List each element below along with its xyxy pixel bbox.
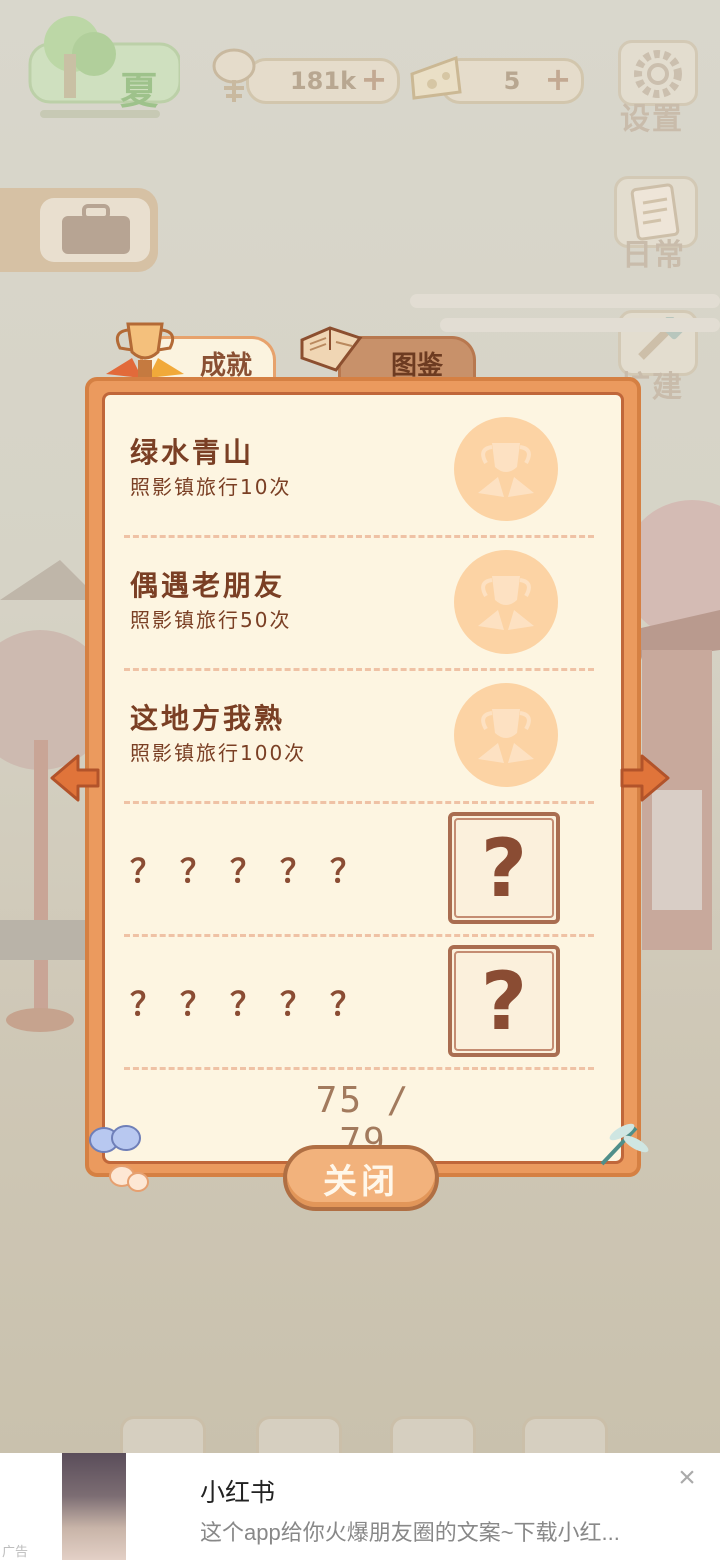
- gear-icon: [634, 50, 682, 98]
- row-divider: [124, 1067, 594, 1070]
- cheese-count: 5: [503, 67, 521, 95]
- cheese-icon: [410, 55, 462, 100]
- locked-achievement-title: ？？？？？: [130, 985, 381, 1023]
- fishbone-icon: [212, 48, 256, 102]
- ad-title[interactable]: 小红书: [200, 1473, 275, 1509]
- trophy-medal-icon: [454, 550, 558, 654]
- trophy-icon: [478, 709, 534, 763]
- question-mark-icon: ?: [454, 951, 554, 1051]
- fish-currency[interactable]: 181k +: [246, 58, 400, 104]
- trophy-icon: [478, 576, 534, 630]
- achievement-title: 偶遇老朋友: [130, 569, 286, 602]
- ad-description[interactable]: 这个app给你火爆朋友圈的文案~下载小红...: [200, 1515, 620, 1547]
- add-cheese-icon[interactable]: +: [543, 63, 573, 95]
- achievement-title: 这地方我熟: [130, 702, 286, 735]
- achievement-row: 偶遇老朋友 照影镇旅行50次: [102, 536, 624, 671]
- trophy-medal-icon: [454, 417, 558, 521]
- tab-encyclopedia-label: 图鉴: [390, 350, 443, 381]
- trophy-icon: [106, 322, 184, 378]
- season-label: 夏: [120, 69, 159, 113]
- butterfly-icon: [89, 1125, 149, 1192]
- season-progress-bar: [40, 110, 160, 118]
- ad-tag: 广告: [2, 1544, 29, 1559]
- trophy-icon: [478, 443, 534, 497]
- achievement-row: 绿水青山 照影镇旅行10次: [102, 403, 624, 538]
- ad-banner[interactable]: 小红书 这个app给你火爆朋友圈的文案~下载小红... 广告 ×: [0, 1453, 720, 1560]
- backpack-button[interactable]: [0, 188, 158, 272]
- next-page-arrow-icon[interactable]: [618, 750, 674, 806]
- ad-close-icon[interactable]: ×: [674, 1463, 700, 1493]
- achievement-subtitle: 照影镇旅行10次: [130, 475, 292, 499]
- ad-thumbnail[interactable]: [62, 1453, 126, 1560]
- locked-achievement-icon: ?: [448, 812, 560, 924]
- daily-label: 日常: [622, 238, 686, 273]
- background-stripe: [440, 318, 720, 332]
- achievement-subtitle: 照影镇旅行50次: [130, 608, 292, 632]
- close-button[interactable]: 关闭: [283, 1145, 439, 1211]
- add-fish-icon[interactable]: +: [359, 63, 389, 95]
- background-stripe: [410, 294, 720, 308]
- achievement-row-locked: ？？？？？ ?: [102, 935, 624, 1070]
- book-icon: [300, 326, 363, 372]
- dragonfly-icon: [600, 1123, 649, 1166]
- previous-page-arrow-icon[interactable]: [46, 750, 102, 806]
- backpack-tab-inner: [40, 198, 150, 262]
- achievement-row: 这地方我熟 照影镇旅行100次: [102, 669, 624, 804]
- fish-count: 181k: [289, 67, 357, 95]
- achievement-subtitle: 照影镇旅行100次: [130, 741, 307, 765]
- locked-achievement-icon: ?: [448, 945, 560, 1057]
- locked-achievement-title: ？？？？？: [130, 852, 381, 890]
- question-mark-icon: ?: [454, 818, 554, 918]
- settings-label: 设置: [620, 102, 684, 137]
- achievement-title: 绿水青山: [130, 436, 255, 469]
- trophy-medal-icon: [454, 683, 558, 787]
- background-building-right: [632, 500, 720, 950]
- achievement-row-locked: ？？？？？ ?: [102, 802, 624, 937]
- briefcase-icon: [62, 204, 130, 254]
